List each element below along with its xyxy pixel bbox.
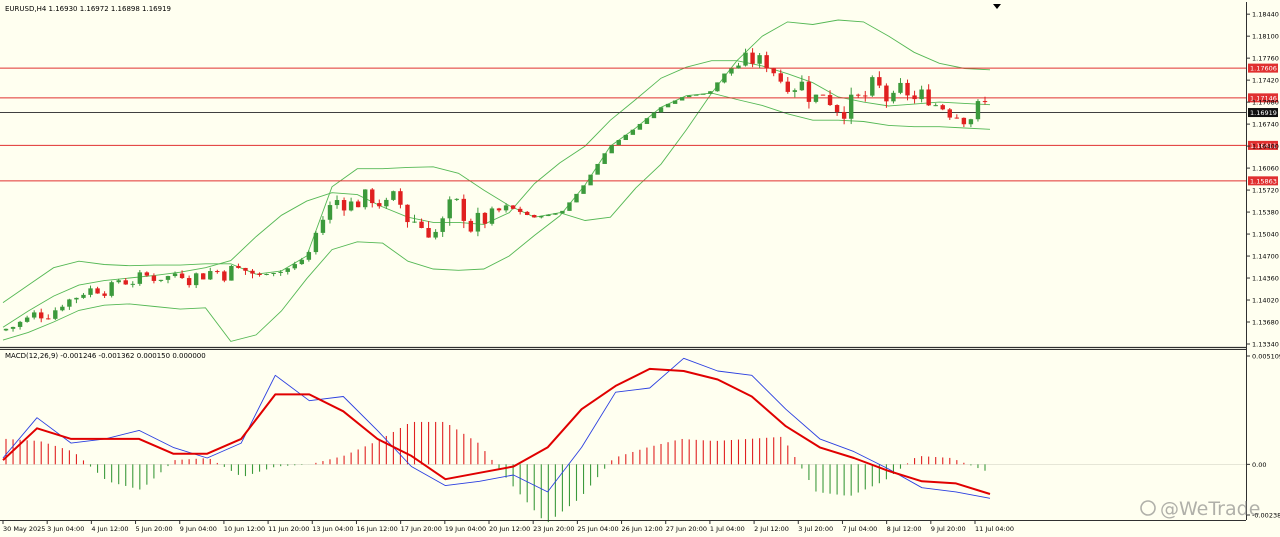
bearish-candle <box>201 273 206 280</box>
bullish-candle <box>870 75 875 97</box>
bullish-candle <box>672 100 678 104</box>
time-axis-label: 7 Jul 04:00 <box>842 525 877 533</box>
time-axis-label: 8 Jul 12:00 <box>887 525 922 533</box>
bearish-candle <box>510 205 516 210</box>
bullish-candle <box>701 93 706 95</box>
price-axis-label: 1.16400 <box>1252 143 1279 151</box>
bullish-candle <box>609 145 614 154</box>
price-axis-label: 1.17080 <box>1252 99 1279 107</box>
bullish-candle <box>722 73 727 84</box>
time-axis-label: 27 Jun 20:00 <box>666 525 707 533</box>
price-axis-label: 1.14700 <box>1252 253 1279 261</box>
time-axis-label: 9 Jun 04:00 <box>180 525 217 533</box>
time-axis-label: 3 Jun 04:00 <box>47 525 84 533</box>
bullish-candle <box>229 264 234 281</box>
macd-axis-label: 0.005109 <box>1252 353 1280 361</box>
bullish-candle <box>391 190 396 201</box>
price-axis-label: 1.16740 <box>1252 121 1279 129</box>
bearish-candle <box>820 94 826 96</box>
time-axis-label: 30 May 2025 <box>3 525 45 533</box>
watermark-text: @WeTrade <box>1160 498 1260 520</box>
price-axis-label: 1.13340 <box>1252 341 1279 349</box>
price-axis-label: 1.14020 <box>1252 297 1279 305</box>
bullish-candle <box>630 129 636 135</box>
price-axis-label: 1.14360 <box>1252 275 1279 283</box>
bullish-candle <box>602 153 607 164</box>
price-axis-label: 1.16060 <box>1252 165 1279 173</box>
time-axis-label: 11 Jun 20:00 <box>268 525 309 533</box>
bullish-candle <box>679 97 685 101</box>
bullish-candle <box>694 94 699 96</box>
time-axis-label: 5 Jun 20:00 <box>136 525 173 533</box>
macd-axis-label: 0.00 <box>1252 461 1266 469</box>
price-axis-label: 1.15720 <box>1252 187 1279 195</box>
level-price-label: 1.17606 <box>1250 65 1277 73</box>
bullish-candle <box>567 202 572 211</box>
bullish-candle <box>665 103 671 108</box>
bearish-candle <box>532 214 537 218</box>
time-axis-label: 13 Jun 04:00 <box>312 525 353 533</box>
price-axis-label: 1.17420 <box>1252 77 1279 85</box>
bullish-candle <box>574 193 579 203</box>
bullish-candle <box>651 112 657 119</box>
bullish-candle <box>623 134 628 141</box>
time-axis-label: 25 Jun 04:00 <box>577 525 618 533</box>
price-axis-label: 1.15040 <box>1252 231 1279 239</box>
level-price-label: 1.15863 <box>1250 177 1277 185</box>
time-axis-label: 11 Jul 04:00 <box>975 525 1014 533</box>
bullish-candle <box>715 82 720 92</box>
bearish-candle <box>222 270 227 283</box>
bullish-candle <box>313 231 319 255</box>
bullish-candle <box>616 140 621 146</box>
bullish-candle <box>363 189 368 210</box>
time-axis-label: 19 Jun 04:00 <box>445 525 486 533</box>
price-axis-label: 1.17760 <box>1252 55 1279 63</box>
price-axis-label: 1.18100 <box>1252 33 1279 41</box>
bullish-candle <box>553 213 558 215</box>
time-axis-label: 26 Jun 12:00 <box>622 525 663 533</box>
bullish-candle <box>109 280 114 298</box>
time-axis-label: 10 Jun 12:00 <box>224 525 265 533</box>
bullish-candle <box>560 210 565 214</box>
bullish-candle <box>975 99 981 122</box>
bullish-candle <box>658 107 664 113</box>
price-axis-label: 1.15380 <box>1252 209 1279 217</box>
time-axis-label: 17 Jun 20:00 <box>401 525 442 533</box>
bullish-candle <box>595 163 600 175</box>
time-axis-label: 3 Jul 20:00 <box>798 525 833 533</box>
price-axis-label: 1.18440 <box>1252 11 1279 19</box>
bullish-candle <box>708 91 713 94</box>
time-axis-label: 20 Jun 12:00 <box>489 525 530 533</box>
bullish-candle <box>137 270 143 286</box>
price-axis-label: 1.13680 <box>1252 319 1279 327</box>
current-price-label: 1.16919 <box>1250 109 1277 117</box>
bullish-candle <box>489 206 495 226</box>
time-axis-label: 23 Jun 20:00 <box>533 525 574 533</box>
bullish-candle <box>637 123 643 130</box>
time-axis-label: 2 Jul 12:00 <box>754 525 789 533</box>
bullish-candle <box>581 185 586 194</box>
time-axis-label: 4 Jun 12:00 <box>91 525 128 533</box>
macd-header: MACD(12,26,9) -0.001246 -0.001362 0.0001… <box>5 352 206 360</box>
time-axis-label: 16 Jun 12:00 <box>356 525 397 533</box>
chart-header: EURUSD,H4 1.16930 1.16972 1.16898 1.1691… <box>5 5 171 13</box>
bullish-candle <box>644 118 650 124</box>
time-axis-label: 1 Jul 04:00 <box>710 525 745 533</box>
time-axis-label: 9 Jul 20:00 <box>931 525 966 533</box>
price-chart[interactable]: 1.176061.171461.164111.158631.16919 1.18… <box>0 0 1280 537</box>
bullish-candle <box>588 174 593 186</box>
